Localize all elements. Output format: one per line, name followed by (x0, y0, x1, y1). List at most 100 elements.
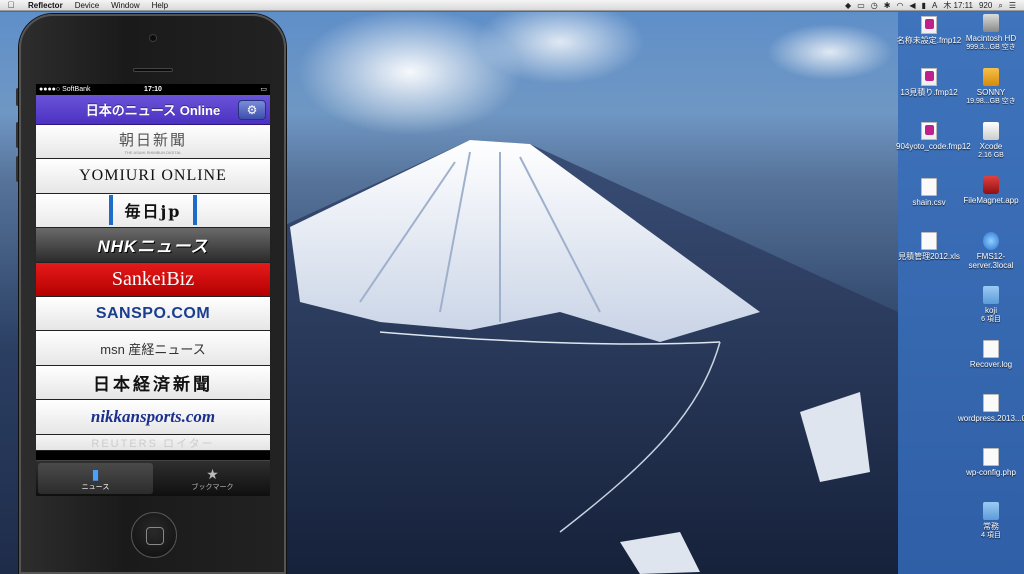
news-source-yomiuri[interactable]: YOMIURI ONLINE (36, 159, 270, 194)
desktop-icon-file[interactable]: 名称未設定.fmp12 (896, 16, 962, 45)
desktop-icon-label: wordpress.2013...03.xml (958, 414, 1024, 423)
news-source-label: 日本経済新聞 (93, 374, 213, 395)
filemaker-file-icon (921, 122, 937, 140)
tab-news[interactable]: ▮ ニュース (38, 463, 153, 494)
time-machine-icon[interactable]: ◷ (871, 0, 878, 11)
home-button[interactable] (131, 512, 177, 558)
tab-label: ニュース (81, 483, 110, 491)
desktop-icon-label: SONNY (976, 88, 1006, 97)
news-source-list: 朝日新聞 THE ASAHI SHIMBUN DIGITAL YOMIURI O… (36, 125, 270, 451)
desktop-icon-sub: 999.3...GB 空き (966, 44, 1016, 51)
desktop-icon-label: Recover.log (969, 360, 1013, 369)
desktop-icon-file[interactable]: FMS12-server.3local (958, 232, 1024, 270)
desktop-icon-macintosh-hd[interactable]: Macintosh HD 999.3...GB 空き (958, 14, 1024, 52)
menu-help[interactable]: Help (146, 0, 174, 11)
dropbox-icon[interactable]: ◆ (845, 0, 851, 11)
app-title: 日本のニュース Online (85, 103, 221, 118)
wifi-icon[interactable]: ◠ (896, 0, 903, 11)
web-location-icon (983, 232, 999, 250)
news-source-label: SankeiBiz (111, 267, 195, 290)
desktop-icon-label: Macintosh HD (965, 34, 1017, 43)
tab-bar: ▮ ニュース ★ ブックマーク (36, 460, 270, 496)
news-source-sankeibiz[interactable]: SankeiBiz (36, 262, 270, 297)
news-source-label: 朝日新聞 (118, 130, 187, 149)
document-icon (921, 232, 937, 250)
desktop-icon-sub: 6 項目 (981, 316, 1001, 323)
news-source-label: SANSPO.COM (95, 304, 211, 322)
news-source-label: 毎日jp (124, 202, 182, 222)
app-icon (983, 176, 999, 194)
desktop-icon-file[interactable]: 13見積り.fmp12 (896, 68, 962, 97)
desktop-icon-sub: 4 項目 (981, 532, 1001, 539)
document-icon (983, 340, 999, 358)
desktop-icon-file[interactable]: Recover.log (958, 340, 1024, 369)
earpiece-speaker (133, 68, 173, 72)
desktop-icon-file[interactable]: wp-config.php (958, 448, 1024, 477)
battery-icon[interactable]: ▮ (922, 0, 926, 11)
tab-bookmarks[interactable]: ★ ブックマーク (155, 461, 270, 496)
news-source-mainichi[interactable]: 毎日jp (36, 193, 270, 229)
disk-image-icon (983, 122, 999, 140)
bluetooth-icon[interactable]: ✱ (884, 0, 891, 11)
hard-drive-icon (983, 14, 999, 32)
airplay-icon[interactable]: ▭ (857, 0, 865, 11)
desktop-icon-file[interactable]: 見積管理2012.xls (896, 232, 962, 261)
news-source-sanspo[interactable]: SANSPO.COM (36, 296, 270, 332)
ios-status-bar: ●●●●○ SoftBank 17:10 ▭ (36, 84, 270, 95)
desktop-icon-label: FileMagnet.app (963, 196, 1019, 205)
folder-icon (983, 502, 999, 520)
spotlight-icon[interactable]: ⌕ (998, 0, 1002, 11)
input-method-icon[interactable]: A (932, 0, 937, 11)
news-source-nikkansports[interactable]: nikkansports.com (36, 400, 270, 435)
news-source-sublabel: THE ASAHI SHIMBUN DIGITAL (124, 149, 182, 155)
filemaker-file-icon (921, 16, 937, 34)
desktop-icon-label: FMS12-server.3local (968, 252, 1014, 270)
desktop-icon-label: koji (984, 306, 997, 315)
desktop-icon-sub: 2.16 GB (978, 152, 1004, 159)
desktop-icon-sonny[interactable]: SONNY 19.98...GB 空き (958, 68, 1024, 106)
menu-device[interactable]: Device (69, 0, 105, 11)
carrier-signal: ●●●●○ SoftBank (39, 86, 91, 93)
document-icon (921, 178, 937, 196)
desktop-icon-label: Xcode (979, 142, 1003, 151)
star-icon: ★ (206, 465, 219, 482)
news-source-nikkei[interactable]: 日本経済新聞 (36, 365, 270, 401)
menubar-clock[interactable]: 木 17:11 (943, 0, 973, 11)
news-source-label: NHKニュース (97, 237, 209, 257)
desktop-icon-sub: 19.98...GB 空き (966, 98, 1016, 105)
status-area: ◆ ▭ ◷ ✱ ◠ ◀ ▮ A 木 17:11 920 ⌕ ☰ (845, 0, 1024, 11)
news-source-reuters[interactable]: REUTERS ロイター (36, 434, 270, 451)
news-source-asahi[interactable]: 朝日新聞 THE ASAHI SHIMBUN DIGITAL (36, 125, 270, 160)
news-source-label: YOMIURI ONLINE (79, 167, 227, 185)
apple-menu-icon[interactable]:  (0, 0, 22, 11)
desktop-icon-file[interactable]: shain.csv (896, 178, 962, 207)
menu-bar:  Reflector Device Window Help ◆ ▭ ◷ ✱ ◠… (0, 0, 1024, 11)
folder-icon (983, 286, 999, 304)
news-source-label: REUTERS ロイター (91, 437, 215, 450)
desktop-icon-xcode[interactable]: Xcode 2.16 GB (958, 122, 1024, 160)
desktop-icon-label: 13見積り.fmp12 (900, 88, 958, 97)
desktop-icon-file[interactable]: 904yoto_code.fmp12 (896, 122, 971, 151)
desktop-icon-file[interactable]: wordpress.2013...03.xml (958, 394, 1024, 423)
news-source-msn-sankei[interactable]: msn 産経ニュース (36, 331, 270, 366)
battery-icon: ▭ (260, 86, 267, 93)
desktop-icon-folder[interactable]: 常務 4 項目 (958, 502, 1024, 540)
gear-icon[interactable]: ⚙ (238, 100, 266, 120)
document-icon (983, 448, 999, 466)
document-icon (983, 394, 999, 412)
ios-clock: 17:10 (144, 86, 162, 93)
menu-reflector[interactable]: Reflector (22, 0, 69, 11)
desktop-icon-label: 常務 (983, 522, 999, 531)
desktop-icon-label: 見積管理2012.xls (898, 252, 960, 261)
desktop-icon-label: wp-config.php (966, 468, 1016, 477)
desktop-icon-folder[interactable]: koji 6 項目 (958, 286, 1024, 324)
menu-window[interactable]: Window (105, 0, 145, 11)
news-icon: ▮ (91, 465, 100, 482)
volume-icon[interactable]: ◀ (909, 0, 915, 11)
news-source-label: msn 産経ニュース (100, 341, 206, 357)
iphone-screen: ●●●●○ SoftBank 17:10 ▭ 日本のニュース Online ⚙ … (36, 84, 270, 496)
notification-center-icon[interactable]: ☰ (1009, 0, 1016, 11)
desktop-icon-label: 名称未設定.fmp12 (896, 36, 962, 45)
news-source-nhk[interactable]: NHKニュース (36, 228, 270, 263)
desktop-icon-app[interactable]: FileMagnet.app (958, 176, 1024, 205)
